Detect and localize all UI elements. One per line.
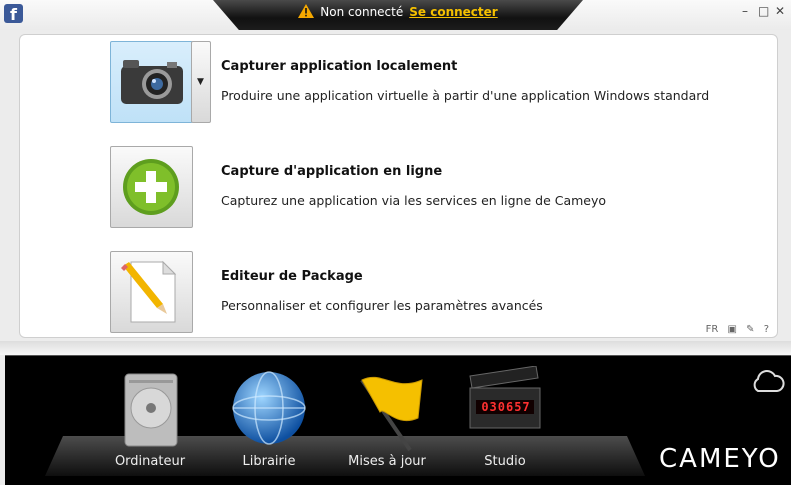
studio-clock: 030657: [481, 400, 531, 414]
action-description: Produire une application virtuelle à par…: [221, 88, 710, 103]
title-bar: f Non connecté Se connecter – □ ✕: [0, 0, 791, 30]
actions-panel: ▼ Capturer application localement Produi…: [19, 34, 778, 338]
online-capture-button[interactable]: [110, 146, 193, 228]
window-icon[interactable]: ▣: [727, 324, 736, 335]
action-title: Capturer application localement: [221, 59, 458, 74]
dock-item-library[interactable]: Librairie: [214, 366, 324, 476]
login-link[interactable]: Se connecter: [409, 5, 497, 19]
minimize-button[interactable]: –: [742, 5, 748, 17]
language-selector[interactable]: FR: [706, 324, 719, 335]
local-capture-button[interactable]: [110, 41, 193, 123]
dock-item-label: Ordinateur: [114, 454, 186, 469]
dock-item-label: Librairie: [242, 454, 296, 469]
cloud-icon[interactable]: [749, 368, 785, 394]
action-title: Capture d'application en ligne: [221, 164, 443, 179]
add-icon: [123, 159, 179, 215]
wrench-icon[interactable]: ✎: [746, 324, 754, 335]
action-row-online-capture: Capture d'application en ligne Capturez …: [110, 146, 750, 228]
status-text: Non connecté: [320, 5, 404, 19]
bottom-dock: Ordinateur Librairie Mises à jour 030657…: [5, 355, 791, 485]
dock-item-label: Studio: [484, 454, 526, 469]
package-editor-button[interactable]: [110, 251, 193, 333]
chevron-down-icon: ▼: [197, 77, 204, 87]
cameyo-logo: CAMEYO: [659, 444, 781, 474]
flag-icon: [360, 376, 423, 452]
panel-tools: FR ▣ ✎ ?: [700, 324, 769, 335]
hard-drive-icon: [124, 373, 178, 447]
maximize-button[interactable]: □: [758, 5, 769, 17]
divider: [0, 341, 791, 355]
action-row-package-editor: Editeur de Package Personnaliser et conf…: [110, 251, 750, 333]
action-title: Editeur de Package: [221, 269, 363, 284]
action-row-local-capture: ▼ Capturer application localement Produi…: [110, 41, 750, 123]
camera-icon: [121, 60, 183, 104]
action-description: Capturez une application via les service…: [221, 193, 607, 208]
capture-options-dropdown[interactable]: ▼: [191, 41, 211, 123]
facebook-icon[interactable]: f: [4, 4, 23, 24]
dock-item-computer[interactable]: Ordinateur: [95, 366, 205, 476]
connection-status: Non connecté Se connecter: [213, 4, 583, 19]
close-button[interactable]: ✕: [775, 5, 785, 17]
warning-icon: [298, 4, 315, 18]
dock-item-label: Mises à jour: [348, 454, 426, 469]
dock-item-studio[interactable]: 030657 Studio: [450, 365, 560, 476]
action-description: Personnaliser et configurer les paramètr…: [221, 298, 543, 313]
edit-document-icon: [121, 260, 177, 323]
help-button[interactable]: ?: [764, 324, 769, 335]
globe-icon: [232, 371, 306, 445]
connection-tab: Non connecté Se connecter: [213, 0, 583, 30]
dock-item-updates[interactable]: Mises à jour: [332, 366, 442, 476]
